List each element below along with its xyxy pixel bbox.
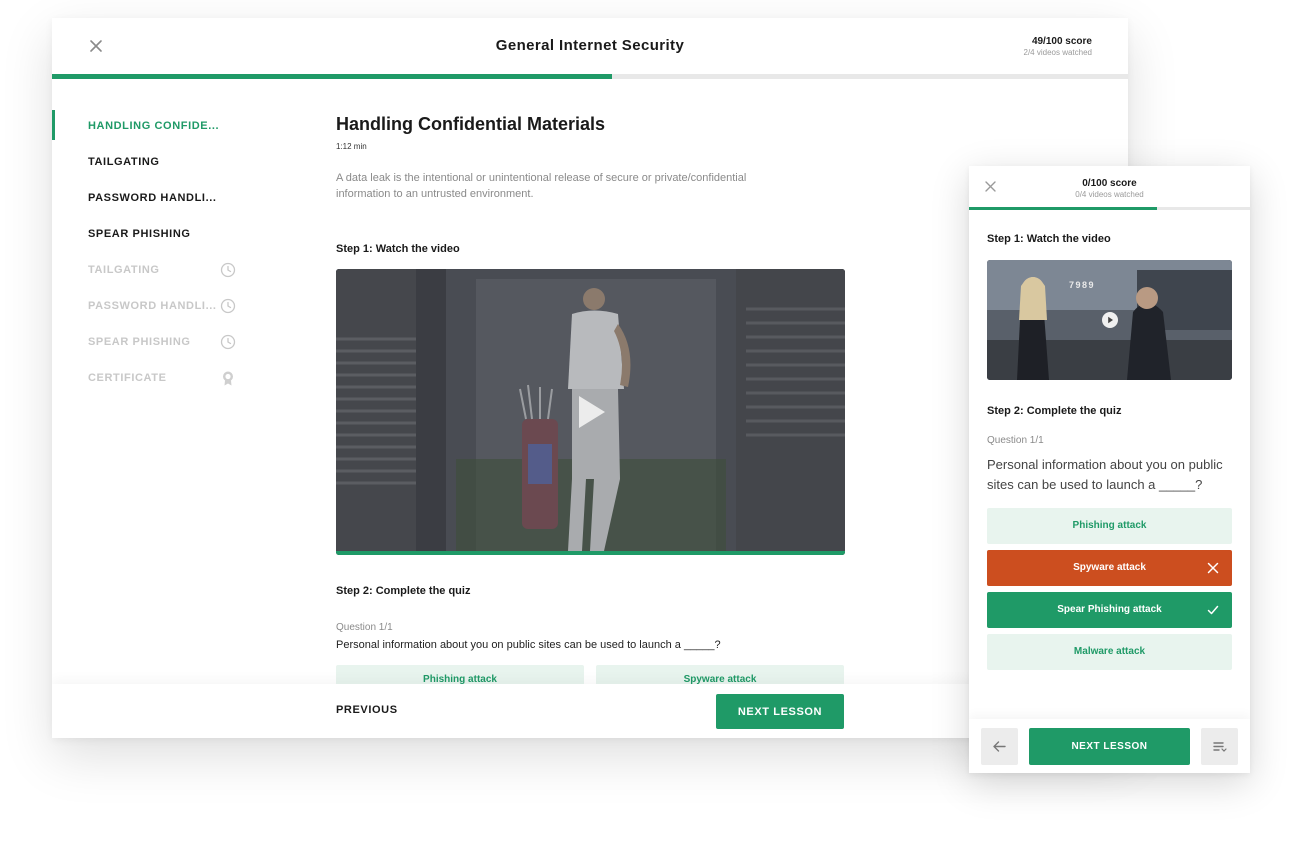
lesson-title: Handling Confidential Materials — [336, 114, 606, 134]
previous-button[interactable]: PREVIOUS — [336, 704, 398, 716]
playlist-menu-button[interactable] — [1201, 728, 1238, 765]
video-progress-bar[interactable] — [336, 551, 845, 555]
step1-heading: Step 1: Watch the video — [336, 243, 460, 255]
playlist-icon — [1213, 742, 1227, 752]
lesson-description: A data leak is the intentional or uninte… — [336, 172, 747, 200]
answer-option[interactable]: Spyware attack — [987, 550, 1232, 586]
step2-heading: Step 2: Complete the quiz — [987, 405, 1122, 417]
score-summary: 49/100 score 2/4 videos watched — [1024, 36, 1093, 57]
award-icon — [223, 371, 233, 386]
answer-label: Spear Phishing attack — [1057, 604, 1162, 615]
answer-label: Phishing attack — [1072, 520, 1147, 531]
video-player[interactable] — [336, 269, 845, 555]
desktop-footer: PREVIOUS NEXT LESSON — [52, 684, 1128, 738]
mobile-progress-fill — [969, 207, 1158, 210]
sidebar-item-label: SPEAR PHISHING — [88, 336, 191, 348]
mobile-score-summary: 0/100 score 0/4 videos watched — [969, 178, 1250, 199]
desktop-header: General Internet Security 49/100 score 2… — [52, 18, 1128, 74]
course-progress-fill — [52, 74, 612, 79]
lesson-content: Handling Confidential Materials 1:12 min… — [336, 114, 846, 695]
answer-option[interactable]: Phishing attack — [987, 508, 1232, 544]
play-icon[interactable] — [1101, 312, 1118, 328]
course-progress-bar — [52, 74, 1128, 79]
clock-icon — [220, 334, 236, 350]
sidebar-item-label: HANDLING CONFIDE... — [88, 120, 220, 132]
score-text: 0/100 score — [1082, 178, 1137, 189]
score-text: 49/100 score — [1031, 36, 1092, 47]
video-sign-text: 7989 — [1069, 280, 1095, 290]
sidebar-item[interactable]: TAILGATING — [52, 144, 302, 180]
sidebar-item-label: TAILGATING — [88, 264, 160, 276]
mobile-footer: NEXT LESSON — [969, 719, 1250, 773]
check-icon — [1207, 605, 1219, 615]
desktop-lesson-window: General Internet Security 49/100 score 2… — [52, 18, 1128, 738]
sidebar-item[interactable]: CERTIFICATE — [52, 360, 302, 396]
answer-label: Malware attack — [1073, 646, 1146, 657]
back-button[interactable] — [981, 728, 1018, 765]
sidebar-item-label: PASSWORD HANDLI... — [88, 300, 217, 312]
question-text: Personal information about you on public… — [336, 639, 721, 651]
next-lesson-button[interactable]: NEXT LESSON — [1029, 728, 1190, 765]
sidebar-item[interactable]: SPEAR PHISHING — [52, 216, 302, 252]
lesson-sidebar: HANDLING CONFIDE... TAILGATING PASSWORD HA… — [52, 108, 302, 396]
sidebar-item[interactable]: TAILGATING — [52, 252, 302, 288]
arrow-left-icon — [993, 741, 1006, 752]
x-icon — [1207, 562, 1219, 574]
sidebar-item[interactable]: HANDLING CONFIDE... — [52, 108, 302, 144]
sidebar-item[interactable]: PASSWORD HANDLI... — [52, 180, 302, 216]
sidebar-item-label: SPEAR PHISHING — [88, 228, 191, 240]
answer-option[interactable]: Malware attack — [987, 634, 1232, 670]
answer-option[interactable]: Spear Phishing attack — [987, 592, 1232, 628]
clock-icon — [220, 262, 236, 278]
question-text: Personal information about you on public… — [987, 457, 1223, 492]
question-number: Question 1/1 — [987, 435, 1044, 446]
course-title: General Internet Security — [495, 37, 685, 54]
step2-heading: Step 2: Complete the quiz — [336, 585, 471, 597]
videos-watched-text: 0/4 videos watched — [1075, 190, 1144, 199]
sidebar-item-label: PASSWORD HANDLI... — [88, 192, 217, 204]
mobile-progress-bar — [969, 207, 1250, 210]
clock-icon — [220, 298, 236, 314]
mobile-lesson-content: Step 1: Watch the video 7989 Step 2: Com… — [987, 233, 1232, 676]
video-player[interactable]: 7989 — [987, 260, 1232, 380]
sidebar-item[interactable]: PASSWORD HANDLI... — [52, 288, 302, 324]
question-number: Question 1/1 — [336, 622, 393, 633]
step1-heading: Step 1: Watch the video — [987, 233, 1111, 245]
sidebar-item-label: TAILGATING — [88, 156, 160, 168]
answer-options: Phishing attack Spyware attack Spear Phish… — [987, 508, 1232, 670]
answer-label: Spyware attack — [1073, 562, 1146, 573]
videos-watched-text: 2/4 videos watched — [1023, 48, 1093, 57]
next-lesson-button[interactable]: NEXT LESSON — [716, 694, 844, 729]
play-icon[interactable] — [571, 392, 611, 432]
sidebar-item[interactable]: SPEAR PHISHING — [52, 324, 302, 360]
sidebar-item-label: CERTIFICATE — [88, 372, 167, 384]
mobile-lesson-panel: 0/100 score 0/4 videos watched Step 1: W… — [969, 166, 1250, 773]
lesson-duration: 1:12 min — [336, 142, 367, 151]
